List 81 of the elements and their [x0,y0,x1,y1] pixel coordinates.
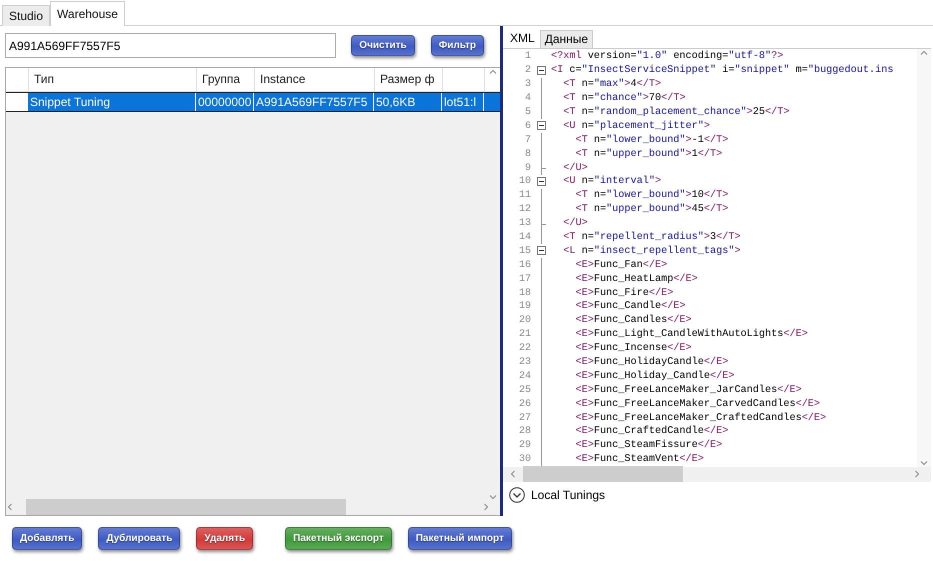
action-button[interactable]: Пакетный импорт [408,527,512,550]
line-number: 22 [518,343,531,354]
line-number: 20 [518,315,531,326]
expander-label[interactable]: Local Tunings [531,488,606,502]
filter-button[interactable]: Фильтр [430,35,484,56]
tab[interactable]: Warehouse [50,0,125,26]
line-number: 8 [524,148,531,160]
code-line: <U n="placement_jitter"> [562,120,710,132]
code-line: <T n="lower_bound">-1</T> [574,134,728,146]
code-line: <T n="upper_bound">1</T> [574,148,722,160]
code-line: <E>Func_FreeLanceMaker_CraftedCandles</E> [574,412,826,424]
code-line: <E>Func_SteamVent</E> [574,454,704,466]
line-number: 2 [524,65,531,76]
action-button[interactable]: Добавлять [12,527,82,550]
code-line: <T n="random_placement_chance">25</T> [562,106,790,118]
code-line: <E>Func_HeatLamp</E> [574,274,698,285]
line-number: 9 [524,162,531,174]
code-line: <T n="chance">70</T> [562,93,686,104]
line-number: 17 [518,274,531,285]
line-number: 5 [524,106,531,118]
code-line: <E>Func_Light_CandleWithAutoLights</E> [574,329,808,340]
line-number: 11 [518,190,531,202]
code-line: <T n="lower_bound">10</T> [574,190,728,202]
line-number: 19 [518,301,531,312]
code-line: <E>Func_FreeLanceMaker_JarCandles</E> [574,384,802,396]
line-number: 14 [518,232,531,243]
line-number: 23 [518,356,531,368]
column-header[interactable]: Instance [255,68,375,91]
code-line: <E>Func_Incense</E> [574,343,692,354]
code-line: <E>Func_Holiday_Candle</E> [574,370,734,382]
line-number: 18 [518,288,531,299]
line-number: 21 [518,329,531,340]
line-number: 25 [518,384,531,396]
line-number: 6 [524,120,531,132]
line-number: 10 [518,176,531,188]
code-line: <E>Func_CraftedCandle</E> [574,426,728,438]
line-number: 28 [518,426,531,438]
table-cell: A991A569FF7557F5 [254,92,374,111]
code-line: <E>Func_Fan</E> [574,260,668,271]
code-line: <U n="interval"> [562,176,662,188]
code-line: <T n="repellent_radius">3</T> [562,232,741,243]
action-button[interactable]: Дублировать [98,527,180,550]
line-number: 12 [518,204,531,216]
action-button[interactable]: Удалять [196,527,254,550]
table-row[interactable]: Snippet Tuning 00000000 A991A569FF7557F5 50,6KB lot51:l [6,92,500,112]
column-header[interactable]: Группа [197,68,255,91]
line-number: 7 [524,134,531,146]
code-line: <?xml version="1.0" encoding="utf-8"?> [551,51,784,62]
line-number: 29 [518,440,531,452]
column-header[interactable]: Тип [29,68,197,91]
code-line: <I c="InsectServiceSnippet" i="snippet" m="buggedout.ins [551,65,894,76]
table-cell: Snippet Tuning [28,92,196,111]
line-number: 27 [518,412,531,424]
code-line: <E>Func_Candles</E> [574,315,692,326]
clear-button[interactable]: Очистить [351,35,415,56]
line-number: 26 [518,398,531,410]
code-line: <T n="upper_bound">45</T> [574,204,728,216]
line-number: 15 [518,246,531,257]
code-line: <L n="insect_repellent_tags"> [562,246,741,257]
search-field[interactable]: A991A569FF7557F5 [5,33,336,58]
line-number: 30 [518,454,531,466]
line-number: 16 [518,260,531,271]
table-cell: 00000000 [196,92,254,111]
column-header[interactable]: Размер ф [375,68,443,91]
line-number: 4 [524,93,531,104]
code-line: <E>Func_Fire</E> [574,288,674,299]
code-line: </U> [562,218,588,230]
line-number: 1 [524,51,531,62]
code-line: <E>Func_FreeLanceMaker_CarvedCandles</E> [574,398,820,410]
table-cell: 50,6KB [374,92,442,111]
code-line: <E>Func_Candle</E> [574,301,686,312]
code-line: <E>Func_SteamFissure</E> [574,440,722,452]
code-line: <T n="max">4</T> [562,79,662,90]
tab[interactable]: Studio [2,4,50,26]
code-line: <E>Func_HolidayCandle</E> [574,356,728,368]
table-cell: lot51:l [442,92,484,111]
tab[interactable]: Данные [540,30,594,48]
line-number: 13 [518,218,531,230]
line-number: 3 [524,79,531,90]
line-number: 24 [518,370,531,382]
code-line: </U> [562,162,588,174]
